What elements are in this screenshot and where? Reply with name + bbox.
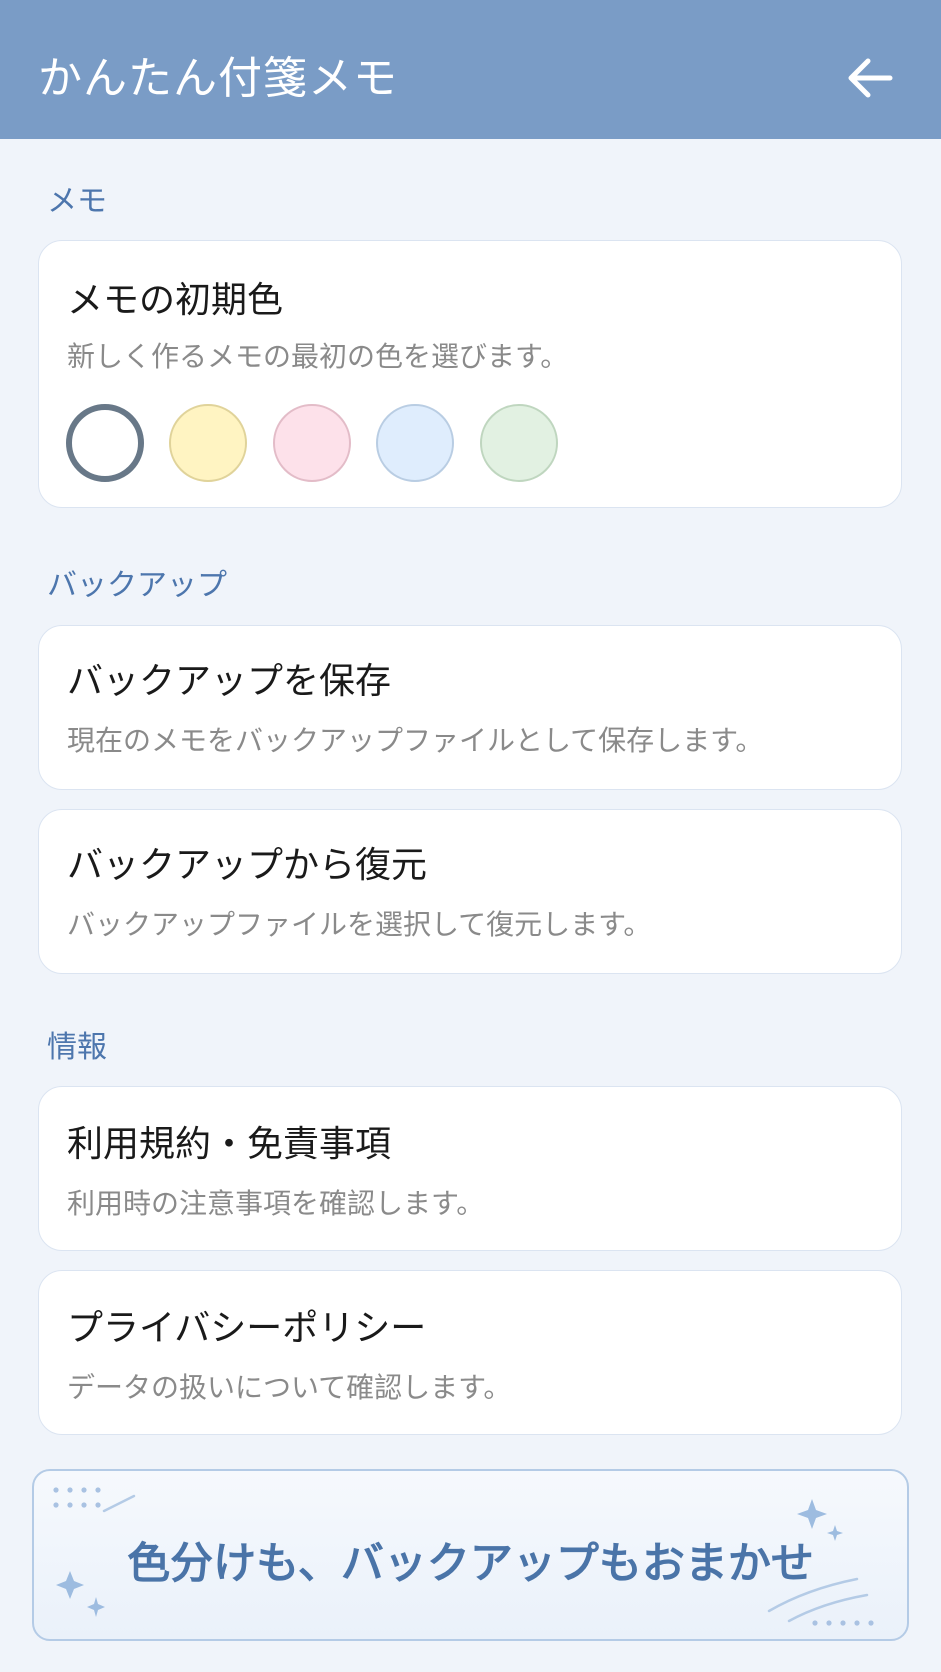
default-color-card: メモの初期色 新しく作るメモの最初の色を選びます。 (38, 240, 902, 508)
card-description: 現在のメモをバックアップファイルとして保存します。 (67, 724, 764, 757)
section-label-info: 情報 (47, 1030, 107, 1065)
app-bar: かんたん付箋メモ (0, 0, 941, 139)
promo-banner: 色分けも、バックアップもおまかせ (32, 1469, 909, 1641)
card-description: バックアップファイルを選択して復元します。 (67, 908, 652, 941)
card-description: 利用時の注意事項を確認します。 (67, 1187, 485, 1220)
color-swatch-pink[interactable] (273, 404, 351, 482)
color-swatch-blue[interactable] (376, 404, 454, 482)
card-title: 利用規約・免責事項 (67, 1124, 392, 1165)
color-swatch-green[interactable] (480, 404, 558, 482)
arrow-left-icon (848, 58, 893, 98)
backup-restore-item[interactable]: バックアップから復元 バックアップファイルを選択して復元します。 (38, 809, 902, 974)
card-title: メモの初期色 (67, 280, 284, 321)
section-label-backup: バックアップ (47, 568, 227, 603)
backup-save-item[interactable]: バックアップを保存 現在のメモをバックアップファイルとして保存します。 (38, 625, 902, 790)
terms-item[interactable]: 利用規約・免責事項 利用時の注意事項を確認します。 (38, 1086, 902, 1251)
card-title: プライバシーポリシー (67, 1308, 427, 1349)
banner-text: 色分けも、バックアップもおまかせ (127, 1539, 814, 1589)
color-swatch-white[interactable] (66, 404, 144, 482)
section-label-memo: メモ (47, 184, 107, 219)
privacy-policy-item[interactable]: プライバシーポリシー データの扱いについて確認します。 (38, 1270, 902, 1435)
card-title: バックアップを保存 (67, 661, 392, 702)
back-button[interactable] (835, 47, 905, 109)
color-swatch-yellow[interactable] (169, 404, 247, 482)
card-description: データの扱いについて確認します。 (67, 1371, 512, 1404)
card-description: 新しく作るメモの最初の色を選びます。 (67, 340, 569, 373)
app-title: かんたん付箋メモ (38, 53, 398, 104)
card-title: バックアップから復元 (67, 845, 428, 886)
